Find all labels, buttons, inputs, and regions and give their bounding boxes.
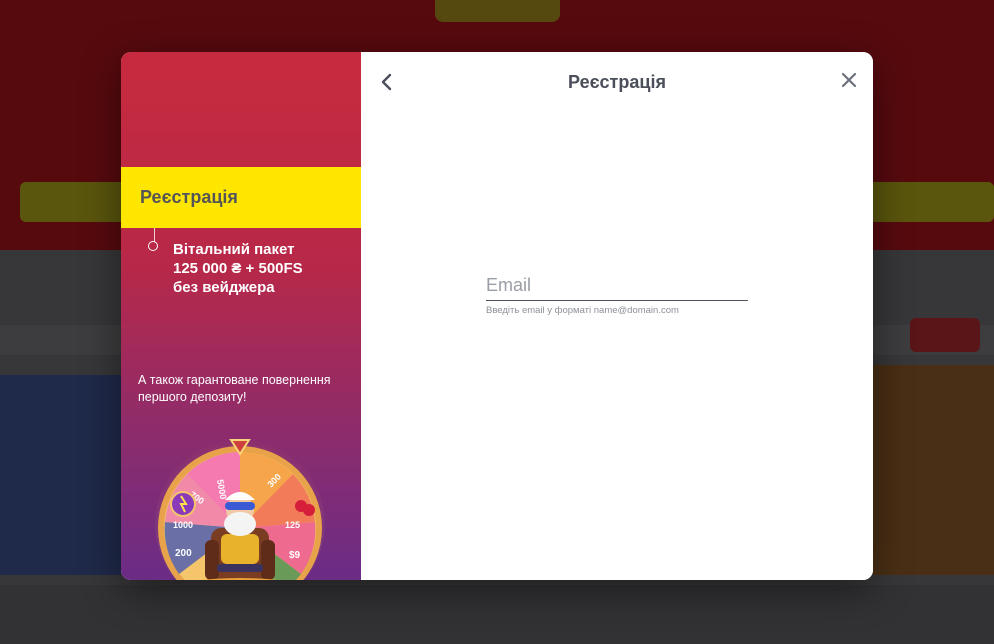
- wheel-number: $9: [289, 550, 301, 561]
- email-field-group: Введіть email у форматі name@domain.com: [486, 270, 748, 316]
- modal-title: Реєстрація: [568, 72, 666, 92]
- step-label: Реєстрація: [140, 187, 238, 207]
- wheel-number: 1000: [173, 520, 193, 530]
- registration-form: Реєстрація Введіть email у форматі name@…: [361, 52, 873, 580]
- close-button[interactable]: [837, 68, 861, 92]
- welcome-offer: Вітальний пакет 125 000 ₴ + 500FS без ве…: [173, 240, 353, 297]
- step-timeline-dot: [148, 241, 158, 251]
- cashback-text: А також гарантоване повернення першого д…: [138, 373, 331, 404]
- offer-line: 125 000 ₴ + 500FS: [173, 260, 303, 277]
- email-hint: Введіть email у форматі name@domain.com: [486, 305, 679, 316]
- fortune-wheel-graphic: 5000 700 1000 200 300 125 $9: [155, 439, 325, 580]
- fortune-wheel-illustration: 5000 700 1000 200 300 125 $9: [155, 436, 325, 580]
- offer-line: Вітальний пакет: [173, 241, 295, 258]
- email-input[interactable]: [486, 270, 748, 301]
- close-icon: [841, 72, 857, 88]
- step-timeline-line: [154, 228, 155, 242]
- promo-panel: Реєстрація Вітальний пакет 125 000 ₴ + 5…: [121, 52, 361, 580]
- wheel-number: 125: [285, 520, 300, 530]
- wheel-number: 200: [175, 548, 192, 559]
- offer-line: без вейджера: [173, 279, 275, 296]
- registration-modal: Реєстрація Вітальний пакет 125 000 ₴ + 5…: [121, 52, 873, 580]
- current-step-banner: Реєстрація: [121, 167, 361, 228]
